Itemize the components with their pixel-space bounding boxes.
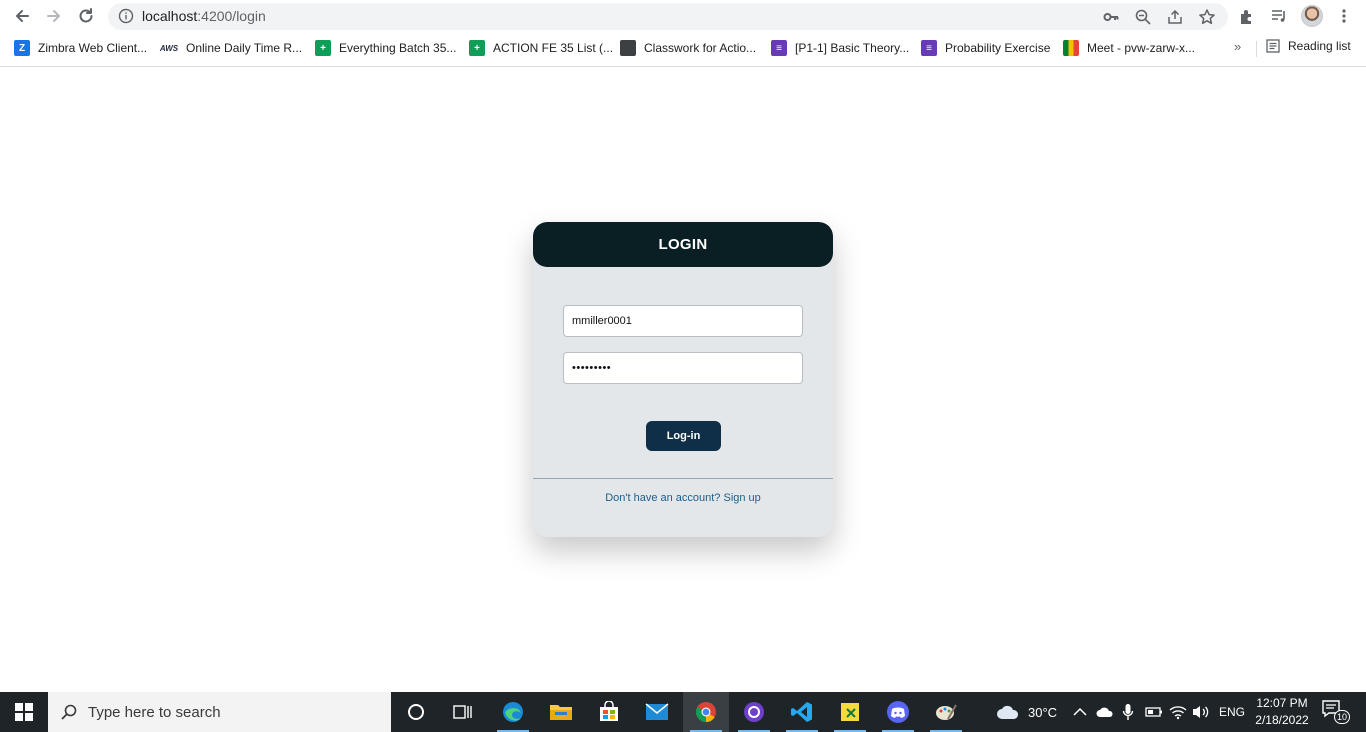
address-bar[interactable]: localhost:4200/login [108,3,1228,30]
cloud-icon [997,705,1019,719]
taskbar: Type here to search 30°C ENG 12:07 PM 2/… [0,692,1366,732]
bookmark-star-icon[interactable] [1198,8,1216,26]
wifi-icon[interactable] [1169,692,1187,732]
card-divider [533,478,833,479]
bookmark-item[interactable]: ≡ Probability Exercise [921,39,1050,57]
sticky-notes-icon[interactable] [827,692,873,732]
bookmark-label: Everything Batch 35... [339,41,457,55]
tray-chevron-up-icon[interactable] [1073,692,1087,732]
microsoft-store-icon[interactable] [586,692,632,732]
signup-link[interactable]: Don't have an account? Sign up [533,492,833,504]
sheets-icon: + [315,40,331,56]
weather-widget[interactable]: 30°C [996,692,1057,732]
password-input[interactable] [563,352,803,384]
bookmarks-divider [1256,41,1257,57]
weather-temperature: 30°C [1028,704,1058,720]
bookmark-label: Meet - pvw-zarw-x... [1087,41,1196,55]
paint-icon[interactable] [923,692,969,732]
bookmark-item[interactable]: Z Zimbra Web Client... [14,39,147,57]
bookmark-item[interactable]: + ACTION FE 35 List (... [469,39,613,57]
cortana-icon[interactable] [393,692,439,732]
media-queue-icon[interactable] [1269,6,1289,26]
profile-avatar[interactable] [1301,5,1323,27]
bookmark-item[interactable]: Classwork for Actio... [620,39,756,57]
extensions-icon[interactable] [1237,6,1257,26]
bookmark-label: [P1-1] Basic Theory... [795,41,910,55]
microphone-icon[interactable] [1122,692,1134,732]
clock-time: 12:07 PM [1256,696,1308,710]
language-indicator[interactable]: ENG [1219,692,1245,732]
login-title: LOGIN [533,222,833,267]
chrome-icon[interactable] [683,692,729,732]
zoom-icon[interactable] [1134,8,1152,26]
login-card: LOGIN Log-in Don't have an account? Sign… [533,222,833,537]
reading-list-label: Reading list [1288,39,1351,53]
reload-icon[interactable] [73,4,99,28]
battery-icon[interactable] [1145,692,1163,732]
browser-toolbar: localhost:4200/login [0,0,1366,33]
browser-chrome: localhost:4200/login Z Zimbra Web Client… [0,0,1366,67]
volume-icon[interactable] [1192,692,1210,732]
forms-icon: ≡ [771,40,787,56]
zimbra-icon: Z [14,40,30,56]
sheets-icon: + [469,40,485,56]
bookmark-label: ACTION FE 35 List (... [493,41,614,55]
search-icon [61,704,77,720]
windows-start-icon[interactable] [0,692,48,732]
onedrive-icon[interactable] [1096,692,1114,732]
info-icon[interactable] [118,8,134,24]
forms-icon: ≡ [921,40,937,56]
notification-center-icon[interactable]: 10 [1322,700,1350,724]
bookmark-item[interactable]: AWS Online Daily Time R... [160,39,302,57]
mail-icon[interactable] [634,692,680,732]
login-button[interactable]: Log-in [646,421,721,451]
bookmark-item[interactable]: + Everything Batch 35... [315,39,456,57]
url-path: :4200/login [197,8,266,24]
aws-icon: AWS [159,43,179,53]
system-clock[interactable]: 12:07 PM 2/18/2022 [1250,695,1314,729]
url-text[interactable]: localhost:4200/login [142,8,266,24]
key-icon[interactable] [1102,8,1120,26]
classroom-icon [620,40,636,56]
taskbar-search-placeholder: Type here to search [88,703,221,721]
bookmark-item[interactable]: Meet - pvw-zarw-x... [1063,39,1195,57]
vscode-icon[interactable] [779,692,825,732]
bookmark-item[interactable]: ≡ [P1-1] Basic Theory... [771,39,909,57]
bookmark-label: Zimbra Web Client... [38,41,148,55]
username-input[interactable] [563,305,803,337]
bookmark-label: Classwork for Actio... [644,41,757,55]
bookmark-label: Online Daily Time R... [186,41,303,55]
clock-date: 2/18/2022 [1255,713,1309,727]
bookmarks-bar: Z Zimbra Web Client... AWS Online Daily … [0,35,1366,61]
notification-count-badge: 10 [1334,710,1350,724]
meet-icon [1063,40,1079,56]
file-explorer-icon[interactable] [538,692,584,732]
reading-list-icon [1266,39,1280,53]
reading-list-button[interactable]: Reading list [1266,39,1351,53]
forward-arrow-icon[interactable] [41,4,67,28]
share-icon[interactable] [1166,8,1184,26]
github-desktop-icon[interactable] [731,692,777,732]
taskbar-search[interactable]: Type here to search [48,692,391,732]
task-view-icon[interactable] [440,692,486,732]
url-host: localhost [142,8,198,24]
discord-icon[interactable] [875,692,921,732]
back-arrow-icon[interactable] [9,4,35,28]
edge-icon[interactable] [490,692,536,732]
menu-kebab-icon[interactable] [1334,6,1354,26]
bookmark-label: Probability Exercise [945,41,1051,55]
more-bookmarks-chevron-icon[interactable]: » [1234,39,1241,54]
